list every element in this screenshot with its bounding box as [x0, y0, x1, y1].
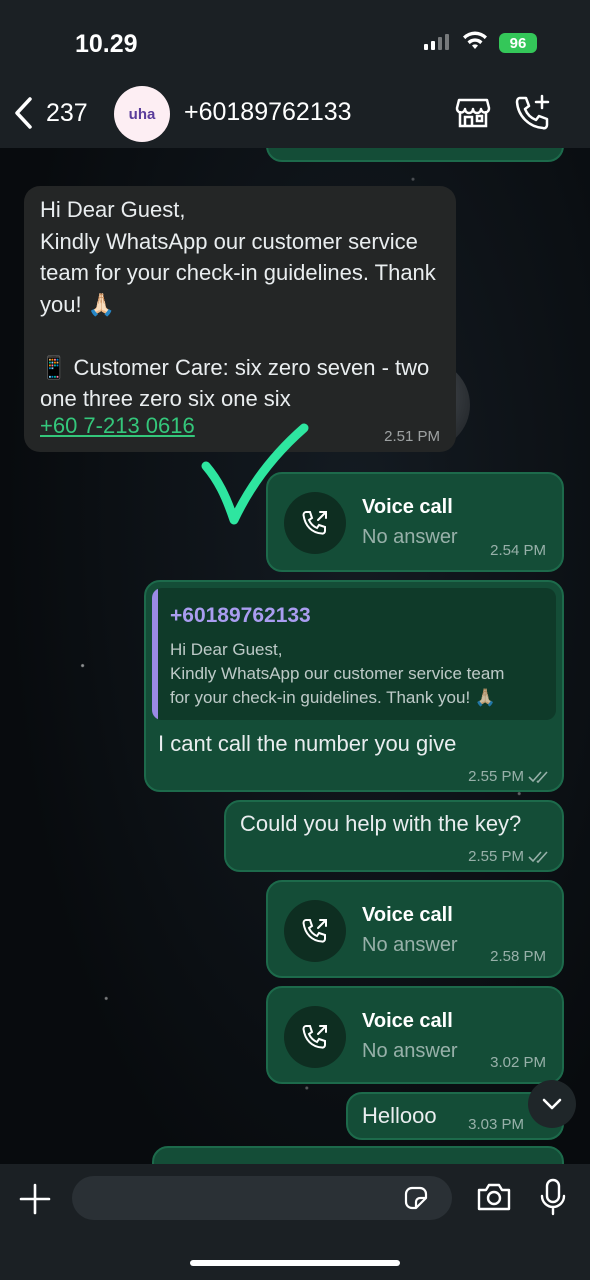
outgoing-call-icon: [284, 900, 346, 962]
quoted-sender: +60189762133: [170, 604, 311, 627]
reply-message-bubble[interactable]: +60189762133 Hi Dear Guest, Kindly Whats…: [144, 580, 564, 792]
contact-avatar[interactable]: uha: [114, 86, 170, 142]
back-chevron-icon[interactable]: [12, 96, 36, 130]
time-label: 2.55 PM: [468, 848, 524, 865]
call-status: No answer: [362, 526, 458, 548]
battery-level: 96: [509, 34, 527, 52]
message-time: 2.58 PM: [490, 948, 546, 965]
clock: 10.29: [75, 30, 138, 58]
contact-name[interactable]: +60189762133: [184, 98, 352, 127]
reply-text: I cant call the number you give: [158, 731, 457, 756]
business-store-icon[interactable]: [455, 94, 491, 130]
scroll-to-bottom-button[interactable]: [528, 1080, 576, 1128]
battery-indicator: 96: [499, 33, 537, 53]
chat-header: 237 uha +60189762133: [0, 80, 590, 148]
add-call-icon[interactable]: [514, 94, 552, 132]
message-time: 2.54 PM: [490, 542, 546, 559]
quoted-message[interactable]: +60189762133 Hi Dear Guest, Kindly Whats…: [152, 588, 556, 720]
outgoing-call-icon: [284, 1006, 346, 1068]
call-title: Voice call: [362, 496, 453, 518]
message-time: 2.55 PM: [468, 848, 550, 865]
call-status: No answer: [362, 934, 458, 956]
message-input[interactable]: [72, 1176, 452, 1220]
camera-icon[interactable]: [476, 1182, 512, 1212]
microphone-icon[interactable]: [540, 1178, 566, 1216]
plus-icon[interactable]: [18, 1182, 52, 1216]
unread-count[interactable]: 237: [46, 99, 88, 128]
signal-icon: [424, 34, 449, 50]
status-bar: 10.29 96: [0, 0, 590, 80]
wifi-icon: [463, 31, 487, 49]
phone-number-link[interactable]: +60 7-213 0616: [40, 413, 195, 439]
avatar-logo-text: uha: [128, 105, 156, 123]
message-time: 2.55 PM: [468, 768, 550, 785]
hello-text: Hellooo: [362, 1103, 437, 1128]
key-question-text: Could you help with the key?: [240, 811, 522, 836]
message-composer: [0, 1164, 590, 1280]
call-title: Voice call: [362, 1010, 453, 1032]
outgoing-call-icon: [284, 492, 346, 554]
message-time: 3.03 PM: [468, 1116, 524, 1133]
incoming-message-text: Hi Dear Guest, Kindly WhatsApp our custo…: [40, 197, 436, 411]
voice-call-message[interactable]: Voice call No answer 2.58 PM: [266, 880, 564, 978]
voice-call-message[interactable]: Voice call No answer 3.02 PM: [266, 986, 564, 1084]
quoted-text: Hi Dear Guest, Kindly WhatsApp our custo…: [170, 640, 505, 707]
message-time: 3.02 PM: [490, 1054, 546, 1071]
voice-call-message[interactable]: Voice call No answer 2.54 PM: [266, 472, 564, 572]
message-time: 2.51 PM: [384, 428, 440, 445]
time-label: 2.55 PM: [468, 768, 524, 785]
incoming-message-bubble[interactable]: Hi Dear Guest, Kindly WhatsApp our custo…: [24, 186, 456, 452]
call-status: No answer: [362, 1040, 458, 1062]
read-ticks-icon: [528, 770, 548, 783]
chevron-down-icon: [542, 1098, 562, 1110]
sticker-icon[interactable]: [402, 1184, 430, 1212]
quote-accent-bar: [152, 588, 158, 720]
call-title: Voice call: [362, 904, 453, 926]
read-ticks-icon: [528, 850, 548, 863]
key-question-bubble[interactable]: Could you help with the key? 2.55 PM: [224, 800, 564, 872]
home-indicator: [190, 1260, 400, 1266]
